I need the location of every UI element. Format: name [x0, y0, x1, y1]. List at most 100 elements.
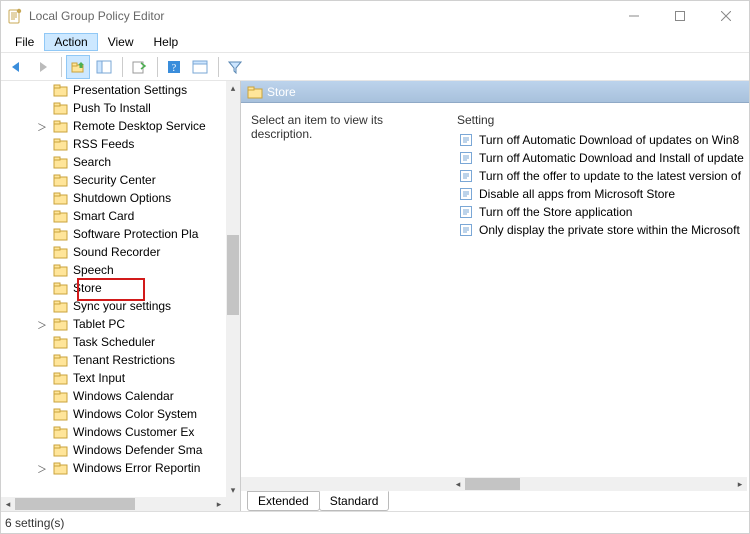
- tree-item[interactable]: Software Protection Pla: [1, 225, 226, 243]
- tree-item[interactable]: Search: [1, 153, 226, 171]
- minimize-button[interactable]: [611, 1, 657, 31]
- tree-item[interactable]: Smart Card: [1, 207, 226, 225]
- chevron-right-icon[interactable]: ＞: [37, 317, 49, 332]
- tree-item[interactable]: Presentation Settings: [1, 81, 226, 99]
- folder-icon: [53, 281, 69, 295]
- folder-icon: [53, 407, 69, 421]
- setting-label: Turn off the offer to update to the late…: [479, 169, 741, 183]
- tree-item[interactable]: Windows Customer Ex: [1, 423, 226, 441]
- tree-item[interactable]: RSS Feeds: [1, 135, 226, 153]
- maximize-button[interactable]: [657, 1, 703, 31]
- menu-help[interactable]: Help: [144, 33, 189, 51]
- menubar: File Action View Help: [1, 31, 749, 53]
- tree-item[interactable]: Security Center: [1, 171, 226, 189]
- tree-item[interactable]: Task Scheduler: [1, 333, 226, 351]
- scroll-thumb[interactable]: [465, 478, 520, 490]
- folder-icon: [53, 245, 69, 259]
- tree-item[interactable]: Sound Recorder: [1, 243, 226, 261]
- folder-icon: [53, 83, 69, 97]
- tree-item-label: Windows Calendar: [73, 389, 174, 403]
- setting-label: Disable all apps from Microsoft Store: [479, 187, 675, 201]
- setting-item[interactable]: Disable all apps from Microsoft Store: [451, 185, 749, 203]
- description-text: Select an item to view its description.: [251, 113, 441, 141]
- tree-item[interactable]: Windows Color System: [1, 405, 226, 423]
- setting-label: Turn off the Store application: [479, 205, 632, 219]
- tree-horizontal-scrollbar[interactable]: ◂ ▸: [1, 497, 226, 511]
- tree-item[interactable]: Windows Defender Sma: [1, 441, 226, 459]
- scroll-left-icon[interactable]: ◂: [451, 477, 465, 491]
- folder-icon: [53, 263, 69, 277]
- chevron-right-icon[interactable]: ＞: [37, 119, 49, 134]
- tab-extended[interactable]: Extended: [247, 491, 320, 511]
- window-controls: [611, 1, 749, 31]
- properties-button[interactable]: [188, 55, 212, 79]
- settings-column-header[interactable]: Setting: [451, 109, 749, 131]
- filter-button[interactable]: [223, 55, 247, 79]
- folder-icon: [53, 191, 69, 205]
- settings-column: Setting Turn off Automatic Download of u…: [451, 103, 749, 511]
- details-body: Select an item to view its description. …: [241, 103, 749, 511]
- window-title: Local Group Policy Editor: [29, 9, 164, 23]
- scroll-right-icon[interactable]: ▸: [212, 497, 226, 511]
- tree-item-label: Presentation Settings: [73, 83, 187, 97]
- folder-icon: [53, 371, 69, 385]
- scroll-down-icon[interactable]: ▾: [226, 483, 240, 497]
- export-button[interactable]: [127, 55, 151, 79]
- menu-file[interactable]: File: [5, 33, 44, 51]
- help-button[interactable]: ?: [162, 55, 186, 79]
- folder-icon: [53, 353, 69, 367]
- tree-item-label: Sync your settings: [73, 299, 171, 313]
- up-button[interactable]: [66, 55, 90, 79]
- scroll-thumb[interactable]: [15, 498, 135, 510]
- tree-item-label: Remote Desktop Service: [73, 119, 206, 133]
- tree-item[interactable]: ＞ Remote Desktop Service: [1, 117, 226, 135]
- tree-item[interactable]: Store: [1, 279, 226, 297]
- setting-label: Turn off Automatic Download of updates o…: [479, 133, 739, 147]
- close-button[interactable]: [703, 1, 749, 31]
- setting-item[interactable]: Turn off the offer to update to the late…: [451, 167, 749, 185]
- forward-button[interactable]: [31, 55, 55, 79]
- chevron-right-icon[interactable]: ＞: [37, 461, 49, 476]
- setting-item[interactable]: Turn off Automatic Download of updates o…: [451, 131, 749, 149]
- app-icon: [7, 8, 23, 24]
- tree-item-label: Smart Card: [73, 209, 134, 223]
- tree-item[interactable]: Push To Install: [1, 99, 226, 117]
- tree-item[interactable]: Shutdown Options: [1, 189, 226, 207]
- policy-icon: [459, 151, 473, 165]
- tab-standard[interactable]: Standard: [319, 491, 390, 511]
- tree-item[interactable]: Sync your settings: [1, 297, 226, 315]
- scroll-thumb[interactable]: [227, 235, 239, 315]
- tree-item-label: Tenant Restrictions: [73, 353, 175, 367]
- folder-icon: [53, 443, 69, 457]
- toolbar-separator: [218, 57, 219, 77]
- tree-item[interactable]: Speech: [1, 261, 226, 279]
- main-area: Presentation Settings Push To Install ＞ Rem…: [1, 81, 749, 511]
- folder-icon: [53, 137, 69, 151]
- tree-item-label: Sound Recorder: [73, 245, 160, 259]
- scroll-up-icon[interactable]: ▴: [226, 81, 240, 95]
- details-horizontal-scrollbar[interactable]: ◂ ▸: [241, 477, 747, 491]
- tree-content[interactable]: Presentation Settings Push To Install ＞ Rem…: [1, 81, 226, 497]
- setting-item[interactable]: Turn off Automatic Download and Install …: [451, 149, 749, 167]
- tree-item[interactable]: Windows Calendar: [1, 387, 226, 405]
- tree-item[interactable]: ＞Tablet PC: [1, 315, 226, 333]
- show-hide-tree-button[interactable]: [92, 55, 116, 79]
- policy-icon: [459, 205, 473, 219]
- scroll-right-icon[interactable]: ▸: [733, 477, 747, 491]
- setting-item[interactable]: Turn off the Store application: [451, 203, 749, 221]
- folder-icon: [53, 173, 69, 187]
- tree-item[interactable]: Tenant Restrictions: [1, 351, 226, 369]
- tree-item-label: Windows Customer Ex: [73, 425, 194, 439]
- scroll-corner: [226, 497, 240, 511]
- scroll-left-icon[interactable]: ◂: [1, 497, 15, 511]
- policy-icon: [459, 223, 473, 237]
- menu-action[interactable]: Action: [44, 33, 97, 51]
- menu-view[interactable]: View: [98, 33, 144, 51]
- tree-item[interactable]: Text Input: [1, 369, 226, 387]
- setting-item[interactable]: Only display the private store within th…: [451, 221, 749, 239]
- tree-item[interactable]: ＞Windows Error Reportin: [1, 459, 226, 477]
- settings-list: Turn off Automatic Download of updates o…: [451, 131, 749, 239]
- tree-vertical-scrollbar[interactable]: ▴ ▾: [226, 81, 240, 497]
- svg-text:?: ?: [172, 63, 177, 74]
- back-button[interactable]: [5, 55, 29, 79]
